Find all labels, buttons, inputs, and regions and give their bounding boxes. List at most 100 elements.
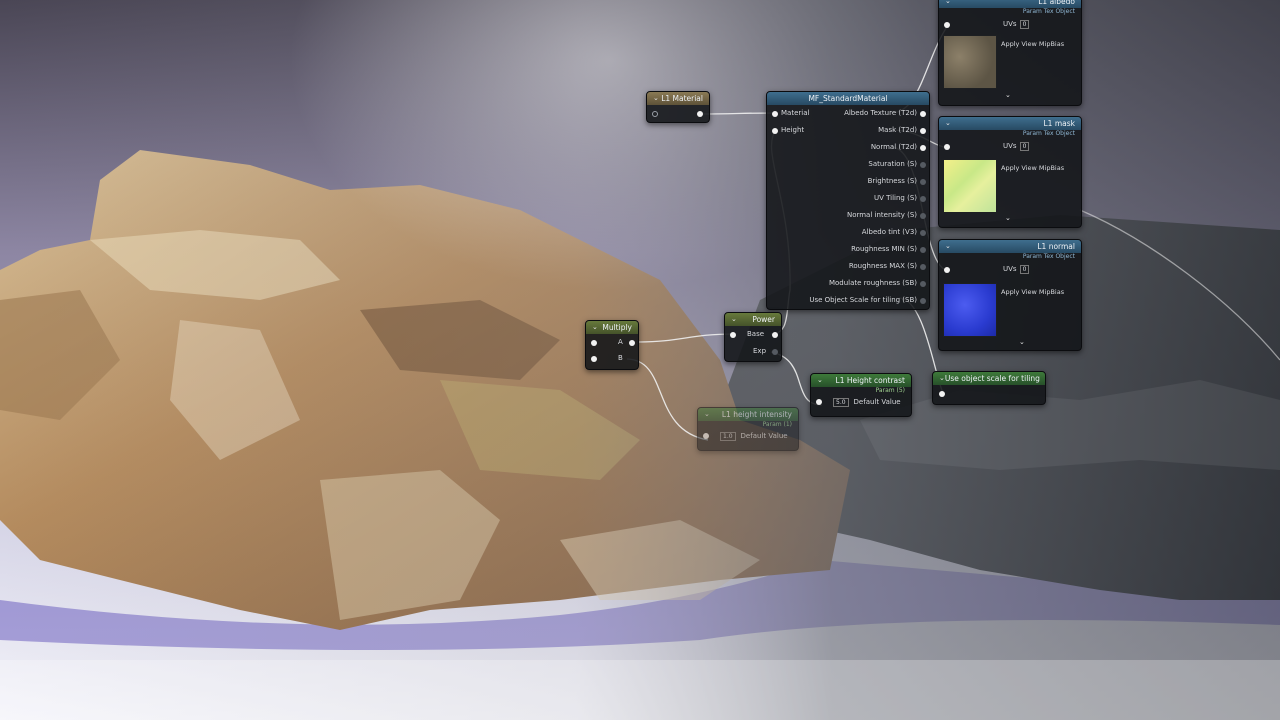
output-saturation[interactable]: Saturation (S) <box>767 156 929 173</box>
node-l1-material[interactable]: ⌄ L1 Material <box>646 91 710 123</box>
default-value[interactable]: 1.0 Default Value <box>698 429 798 443</box>
node-title: L1 Height contrast <box>835 376 905 385</box>
node-wires <box>626 24 1280 441</box>
node-title: L1 normal <box>1037 242 1075 251</box>
node-title: Multiply <box>602 323 632 332</box>
normal-texture-thumbnail <box>943 283 997 337</box>
mip-bias-label: Apply View MipBias <box>1001 40 1065 48</box>
uvs-input[interactable]: UVs 0 <box>939 138 1081 155</box>
node-standard-material[interactable]: MF_StandardMaterial Material Height Albe… <box>766 91 930 310</box>
chevron-down-icon[interactable]: ⌄ <box>731 313 737 326</box>
node-header[interactable]: ⌄ L1 mask <box>939 117 1081 130</box>
output-roughness-max[interactable]: Roughness MAX (S) <box>767 258 929 275</box>
chevron-down-icon[interactable]: ⌄ <box>945 0 951 8</box>
output-pin[interactable] <box>703 433 709 439</box>
output-pin[interactable] <box>920 263 926 270</box>
node-header[interactable]: MF_StandardMaterial <box>767 92 929 105</box>
node-output-row <box>933 385 1045 402</box>
node-l1-height-intensity[interactable]: ⌄ L1 height intensity Param (1) 1.0 Defaul… <box>697 407 799 451</box>
chevron-down-icon[interactable]: ⌄ <box>704 408 710 421</box>
input-pin[interactable] <box>944 143 950 150</box>
node-header[interactable]: ⌄ L1 Height contrast <box>811 374 911 387</box>
input-base[interactable]: Base <box>725 326 781 343</box>
output-pin[interactable] <box>920 178 926 185</box>
mask-texture-thumbnail <box>943 159 997 213</box>
node-title: Use object scale for tiling <box>944 374 1040 383</box>
chevron-down-icon[interactable]: ⌄ <box>1005 214 1011 222</box>
input-exp[interactable]: Exp <box>725 343 781 360</box>
output-pin[interactable] <box>939 390 945 397</box>
node-title: L1 albedo <box>1038 0 1075 6</box>
node-header[interactable]: ⌄ L1 albedo <box>939 0 1081 8</box>
output-normal[interactable]: Normal (T2d) <box>767 139 929 156</box>
node-subtitle: Param (5) <box>875 387 905 394</box>
output-pin[interactable] <box>920 212 926 219</box>
node-header[interactable]: ⌄ L1 normal <box>939 240 1081 253</box>
node-title: L1 height intensity <box>721 410 792 419</box>
output-pin[interactable] <box>920 280 926 287</box>
input-pin[interactable] <box>772 348 778 355</box>
mip-bias-label: Apply View MipBias <box>1001 164 1065 172</box>
output-albedo-tint[interactable]: Albedo tint (V3) <box>767 224 929 241</box>
node-output-row <box>647 105 709 122</box>
node-use-object-scale[interactable]: ⌄ Use object scale for tiling <box>932 371 1046 405</box>
input-b[interactable]: B <box>586 350 638 366</box>
output-pin[interactable] <box>629 339 635 346</box>
output-pin[interactable] <box>920 110 926 117</box>
input-pin[interactable] <box>652 110 658 117</box>
input-a[interactable]: A <box>586 334 638 350</box>
node-l1-albedo[interactable]: ⌄ L1 albedo Param Tex Object UVs 0 Apply V… <box>938 0 1082 106</box>
output-brightness[interactable]: Brightness (S) <box>767 173 929 190</box>
output-roughness-min[interactable]: Roughness MIN (S) <box>767 241 929 258</box>
chevron-down-icon[interactable]: ⌄ <box>945 240 951 253</box>
output-pin[interactable] <box>920 127 926 134</box>
input-pin[interactable] <box>944 21 950 28</box>
output-pin[interactable] <box>920 246 926 253</box>
output-use-object-scale[interactable]: Use Object Scale for tiling (SB) <box>767 292 929 309</box>
output-pin[interactable] <box>920 161 926 168</box>
output-pin[interactable] <box>816 399 822 405</box>
node-header[interactable]: ⌄ Power <box>725 313 781 326</box>
output-pin[interactable] <box>920 144 926 151</box>
node-l1-height-contrast[interactable]: ⌄ L1 Height contrast Param (5) 5.0 Default… <box>810 373 912 417</box>
output-pin[interactable] <box>697 110 703 117</box>
chevron-down-icon[interactable]: ⌄ <box>592 321 598 334</box>
input-pin[interactable] <box>730 331 736 338</box>
node-header[interactable]: ⌄ L1 height intensity <box>698 408 798 421</box>
input-pin[interactable] <box>944 266 950 273</box>
node-multiply[interactable]: ⌄ Multiply A B <box>585 320 639 370</box>
node-header[interactable]: ⌄ L1 Material <box>647 92 709 105</box>
chevron-down-icon[interactable]: ⌄ <box>653 92 659 105</box>
output-modulate-roughness[interactable]: Modulate roughness (SB) <box>767 275 929 292</box>
chevron-down-icon[interactable]: ⌄ <box>945 117 951 130</box>
output-pin[interactable] <box>772 331 778 338</box>
output-normal-intensity[interactable]: Normal intensity (S) <box>767 207 929 224</box>
node-title: Power <box>752 315 775 324</box>
node-l1-mask[interactable]: ⌄ L1 mask Param Tex Object UVs 0 Apply Vie… <box>938 116 1082 228</box>
default-value[interactable]: 5.0 Default Value <box>811 395 911 409</box>
output-albedo-texture[interactable]: Albedo Texture (T2d) <box>767 105 929 122</box>
node-subtitle: Param Tex Object <box>1022 130 1075 137</box>
chevron-down-icon[interactable]: ⌄ <box>817 374 823 387</box>
input-pin[interactable] <box>591 339 597 346</box>
node-title: L1 mask <box>1043 119 1076 128</box>
uvs-input[interactable]: UVs 0 <box>939 16 1081 33</box>
node-subtitle: Param (1) <box>762 421 792 428</box>
node-subtitle: Param Tex Object <box>1022 8 1075 15</box>
chevron-down-icon[interactable]: ⌄ <box>1019 338 1025 346</box>
node-title: MF_StandardMaterial <box>808 94 888 103</box>
node-subtitle: Param Tex Object <box>1022 253 1075 260</box>
output-uv-tiling[interactable]: UV Tiling (S) <box>767 190 929 207</box>
node-header[interactable]: ⌄ Multiply <box>586 321 638 334</box>
node-header[interactable]: ⌄ Use object scale for tiling <box>933 372 1045 385</box>
node-l1-normal[interactable]: ⌄ L1 normal Param Tex Object UVs 0 Apply V… <box>938 239 1082 351</box>
chevron-down-icon[interactable]: ⌄ <box>1005 91 1011 99</box>
output-pin[interactable] <box>920 297 926 304</box>
uvs-input[interactable]: UVs 0 <box>939 261 1081 278</box>
output-pin[interactable] <box>920 229 926 236</box>
albedo-texture-thumbnail <box>943 35 997 89</box>
node-power[interactable]: ⌄ Power Base Exp <box>724 312 782 362</box>
output-pin[interactable] <box>920 195 926 202</box>
input-pin[interactable] <box>591 355 597 362</box>
output-mask[interactable]: Mask (T2d) <box>767 122 929 139</box>
